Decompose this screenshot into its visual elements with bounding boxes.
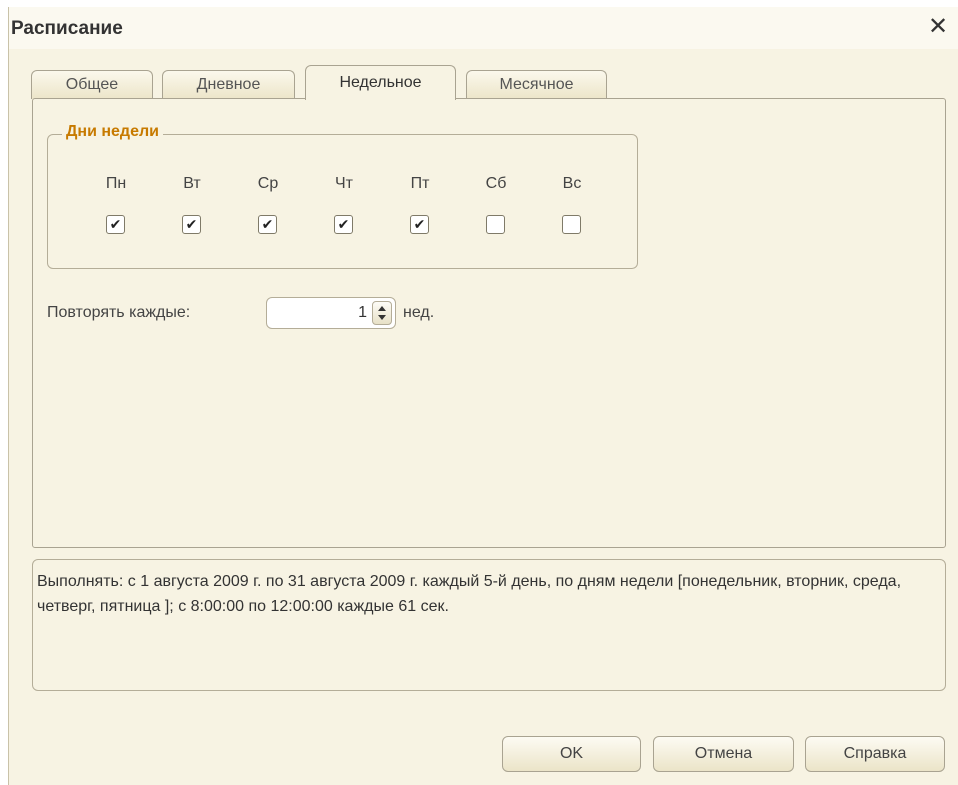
repeat-label: Повторять каждые: — [47, 304, 191, 321]
weekdays-group: Дни недели Пн Вт Ср Чт Пт Сб Вс ✔ ✔ ✔ ✔ … — [47, 123, 638, 269]
day-label-tue: Вт — [183, 175, 201, 192]
schedule-description-box: Выполнять: с 1 августа 2009 г. по 31 авг… — [32, 559, 946, 691]
repeat-weeks-input[interactable] — [267, 298, 371, 328]
checkbox-sat[interactable] — [486, 215, 505, 234]
day-label-wed: Ср — [257, 175, 279, 192]
repeat-weeks-stepper — [266, 297, 396, 329]
tab-daily[interactable]: Дневное — [162, 70, 295, 99]
checkbox-mon[interactable]: ✔ — [106, 215, 125, 234]
checkbox-sun[interactable] — [562, 215, 581, 234]
cancel-button[interactable]: Отмена — [653, 736, 794, 772]
day-label-thu: Чт — [335, 175, 353, 192]
help-button[interactable]: Справка — [805, 736, 945, 772]
day-label-fri: Пт — [410, 175, 430, 192]
close-icon[interactable]: ✕ — [924, 12, 952, 42]
title-bar: Расписание ✕ — [9, 7, 958, 49]
tab-monthly[interactable]: Месячное — [466, 70, 607, 99]
tab-panel-weekly: Дни недели Пн Вт Ср Чт Пт Сб Вс ✔ ✔ ✔ ✔ … — [32, 98, 946, 548]
checkbox-wed[interactable]: ✔ — [258, 215, 277, 234]
day-label-mon: Пн — [105, 175, 127, 192]
repeat-unit-label: нед. — [403, 304, 435, 321]
window-title: Расписание — [11, 18, 123, 39]
checkbox-fri[interactable]: ✔ — [410, 215, 429, 234]
ok-button[interactable]: OK — [502, 736, 641, 772]
checkbox-thu[interactable]: ✔ — [334, 215, 353, 234]
schedule-description: Выполнять: с 1 августа 2009 г. по 31 авг… — [37, 573, 902, 615]
arrow-up-icon[interactable] — [378, 306, 386, 311]
tab-general[interactable]: Общее — [31, 70, 153, 99]
checkbox-tue[interactable]: ✔ — [182, 215, 201, 234]
arrow-down-icon[interactable] — [378, 315, 386, 320]
schedule-dialog: Расписание ✕ Общее Дневное Недельное Мес… — [8, 7, 958, 785]
day-label-sun: Вс — [562, 175, 582, 192]
weekdays-group-title: Дни недели — [62, 123, 163, 141]
tab-weekly[interactable]: Недельное — [305, 65, 456, 100]
spin-arrows-icon[interactable] — [372, 301, 392, 325]
day-label-sat: Сб — [485, 175, 507, 192]
